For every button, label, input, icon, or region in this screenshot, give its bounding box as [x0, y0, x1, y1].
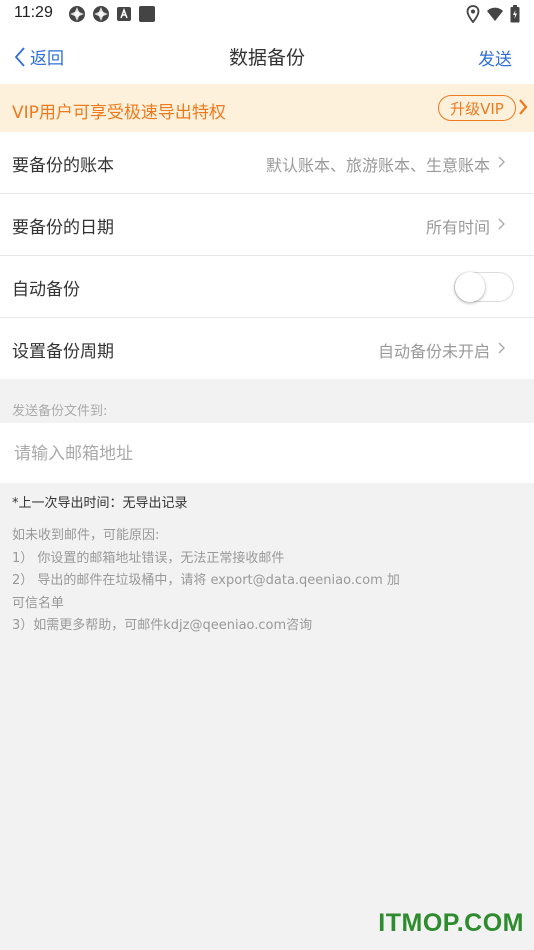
font-icon: [116, 6, 132, 27]
battery-icon: [510, 5, 520, 28]
chevron-right-icon: [519, 99, 528, 115]
settings-card: 要备份的账本 默认账本、旅游账本、生意账本 要备份的日期 所有时间 自动备份 设…: [0, 132, 534, 379]
books-label: 要备份的账本: [12, 156, 114, 176]
auto-backup-row: 自动备份: [0, 256, 534, 318]
square-icon: [138, 5, 156, 28]
send-to-label: 发送备份文件到:: [12, 404, 108, 419]
books-value: 默认账本、旅游账本、生意账本: [265, 156, 490, 175]
watermark: ITMOP.COM: [378, 909, 524, 937]
auto-backup-label: 自动备份: [12, 280, 80, 300]
page-title: 数据备份: [228, 47, 305, 69]
note-line: 如未收到邮件，可能原因:: [12, 528, 160, 543]
last-export-text: *上一次导出时间：无导出记录: [12, 496, 188, 511]
shutter-icon: [92, 5, 110, 28]
shutter-icon: [68, 5, 86, 28]
period-row[interactable]: 设置备份周期 自动备份未开启: [0, 318, 534, 379]
location-icon: [466, 5, 480, 28]
auto-backup-toggle[interactable]: [454, 272, 514, 302]
email-input[interactable]: [12, 437, 496, 471]
notes-section: *上一次导出时间：无导出记录 如未收到邮件，可能原因: 1） 你设置的邮箱地址错…: [0, 483, 534, 638]
note-line: 1） 你设置的邮箱地址错误，无法正常接收邮件: [12, 550, 285, 566]
email-row: [0, 423, 534, 483]
chevron-right-icon: [498, 156, 505, 168]
send-to-section: 发送备份文件到:: [0, 379, 534, 423]
toggle-knob: [455, 272, 485, 302]
date-row[interactable]: 要备份的日期 所有时间: [0, 194, 534, 256]
wifi-icon: [486, 6, 504, 27]
vip-banner[interactable]: VIP用户可享受极速导出特权 升级VIP: [0, 84, 534, 132]
chevron-right-icon: [498, 342, 505, 354]
period-label: 设置备份周期: [12, 342, 114, 362]
chevron-right-icon: [498, 218, 505, 230]
period-value: 自动备份未开启: [377, 342, 490, 361]
date-label: 要备份的日期: [12, 218, 114, 238]
note-line: 2） 导出的邮件在垃圾桶中，请将 export@data.qeeniao.com…: [12, 573, 400, 588]
books-row[interactable]: 要备份的账本 默认账本、旅游账本、生意账本: [0, 132, 534, 194]
status-bar: 11:29: [0, 0, 534, 28]
nav-bar: 返回 数据备份 发送: [0, 28, 534, 84]
note-line: 3）如需更多帮助，可邮件kdjz@qeeniao.com咨询: [12, 618, 313, 633]
vip-promo-text: VIP用户可享受极速导出特权: [12, 103, 226, 123]
status-time: 11:29: [14, 4, 53, 21]
status-right-icons: [466, 5, 520, 28]
status-left-icons: [68, 5, 156, 28]
send-button[interactable]: 发送: [478, 45, 512, 70]
upgrade-vip-label: 升级VIP: [450, 99, 504, 118]
date-value: 所有时间: [425, 218, 490, 237]
note-line: 可信名单: [12, 595, 65, 611]
upgrade-vip-button[interactable]: 升级VIP: [438, 95, 516, 121]
